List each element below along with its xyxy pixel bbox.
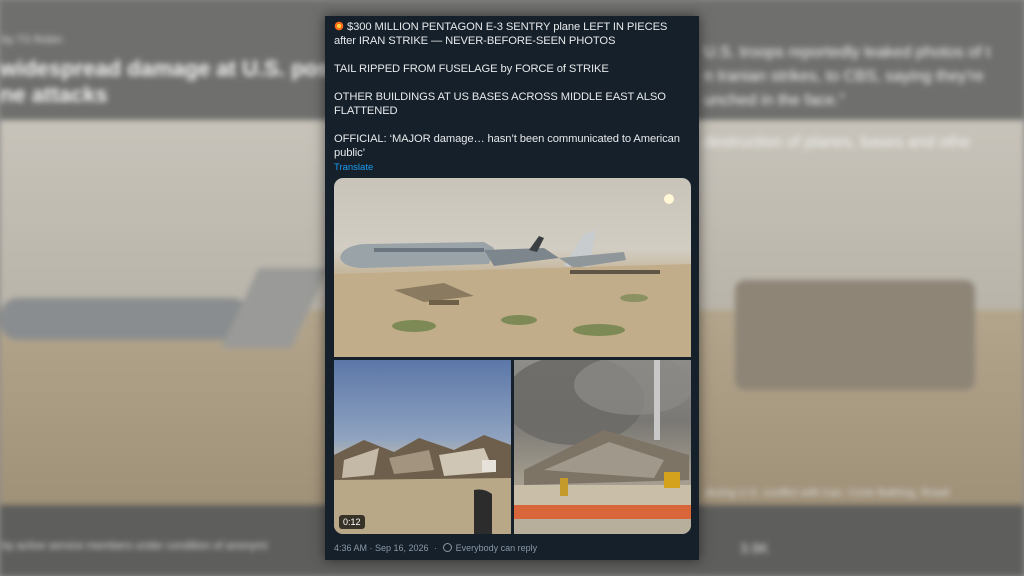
reply-setting: Everybody can reply (455, 543, 538, 553)
background-headline-2: ne attacks (0, 82, 108, 107)
background-left-caption: by active service members under conditio… (2, 540, 268, 552)
globe-icon (442, 543, 452, 552)
tweet-line-1: $300 MILLION PENTAGON E-3 SENTRY plane L… (334, 20, 691, 48)
collision-icon (334, 21, 344, 31)
video-collapsed-buildings[interactable]: 0:12 (334, 360, 511, 534)
tweet-media-grid: 0:12 (334, 178, 691, 534)
photo-smoke-hangar[interactable] (514, 360, 691, 534)
background-debris (735, 280, 975, 390)
photo-damaged-aircraft[interactable] (334, 178, 691, 357)
hangar-scene-graphic (514, 360, 691, 534)
tweet-card: $300 MILLION PENTAGON E-3 SENTRY plane L… (325, 16, 699, 560)
translate-link[interactable]: Translate (334, 162, 691, 173)
background-plane (0, 298, 250, 340)
aircraft-scene-graphic (334, 194, 691, 357)
background-right-text-4: destruction of planes, bases and othe (704, 134, 970, 151)
tweet-text: $300 MILLION PENTAGON E-3 SENTRY plane L… (334, 20, 691, 160)
video-duration-badge: 0:12 (339, 515, 365, 529)
background-right-text-1: U.S. troops reportedly leaked photos of … (704, 44, 991, 61)
background-right-caption: during U.S. conflict with Iran. Corie Ba… (705, 487, 950, 499)
tweet-meta: 4:36 AM · Sep 16, 2026 · Everybody can r… (334, 543, 538, 553)
background-byline: by TS Robin (2, 34, 63, 46)
background-right-text-2: n Iranian strikes, to CBS, saying they'r… (704, 68, 984, 85)
tweet-line-3: OTHER BUILDINGS AT US BASES ACROSS MIDDL… (334, 91, 666, 117)
background-stat: 3.9K (740, 540, 769, 556)
rubble-scene-graphic (334, 435, 511, 534)
tweet-line-2: TAIL RIPPED FROM FUSELAGE by FORCE of ST… (334, 63, 609, 75)
tweet-line-1-text: $300 MILLION PENTAGON E-3 SENTRY plane L… (334, 21, 668, 47)
background-right-text-3: unched in the face.” (704, 92, 845, 109)
background-headline-1: widespread damage at U.S. pos (0, 56, 331, 81)
tweet-timestamp[interactable]: 4:36 AM · Sep 16, 2026 (334, 543, 429, 553)
tweet-line-4: OFFICIAL: ‘MAJOR damage… hasn’t been com… (334, 133, 680, 159)
